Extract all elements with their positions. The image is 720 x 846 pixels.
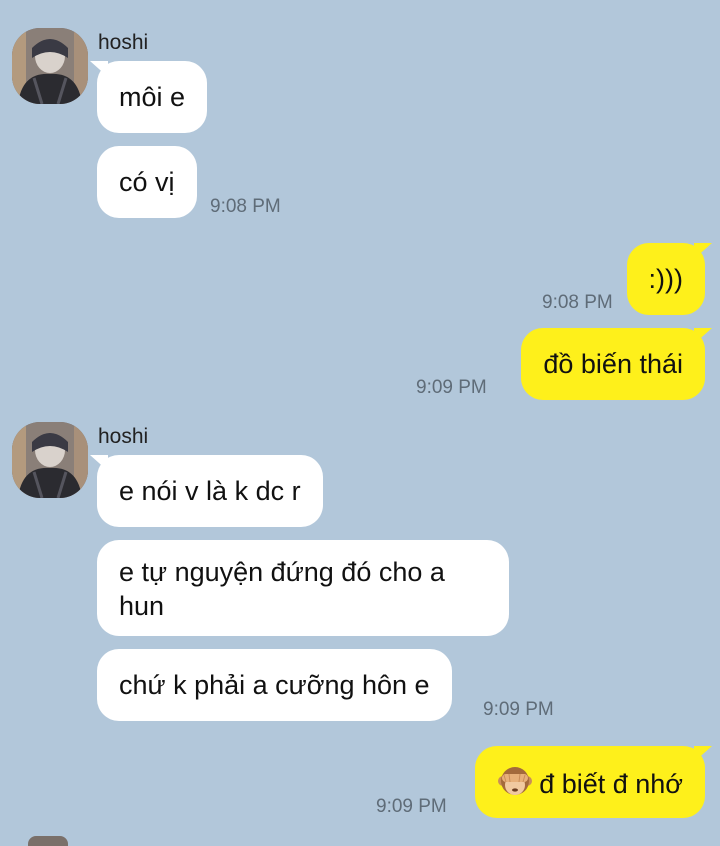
sender-name: hoshi	[98, 31, 149, 54]
message-timestamp: 9:09 PM	[416, 377, 487, 398]
message-text: đ biết đ nhớ	[539, 769, 683, 799]
message-bubble[interactable]: chứ k phải a cưỡng hôn e	[97, 649, 452, 721]
avatar-photo	[12, 422, 88, 498]
message-timestamp: 9:09 PM	[483, 699, 554, 720]
sender-name: hoshi	[98, 425, 149, 448]
message-text: :)))	[648, 264, 683, 294]
see-no-evil-monkey-icon	[498, 767, 533, 795]
avatar[interactable]	[12, 422, 88, 498]
chat-thread[interactable]: hoshi môi e có vị 9:08 PM :))) 9:08 PM đ…	[0, 0, 720, 846]
message-text: chứ k phải a cưỡng hôn e	[119, 670, 430, 700]
avatar[interactable]	[12, 28, 88, 104]
avatar-photo	[12, 28, 88, 104]
message-bubble[interactable]: e tự nguyện đứng đó cho a hun	[97, 540, 509, 636]
message-text: e nói v là k dc r	[119, 476, 301, 506]
message-text: đồ biến thái	[543, 349, 683, 379]
message-bubble[interactable]: có vị	[97, 146, 197, 218]
message-text: e tự nguyện đứng đó cho a hun	[119, 557, 445, 621]
message-bubble[interactable]: môi e	[90, 61, 208, 133]
message-timestamp: 9:08 PM	[210, 196, 281, 217]
message-bubble[interactable]: e nói v là k dc r	[90, 455, 323, 527]
message-timestamp: 9:08 PM	[542, 292, 613, 313]
message-text: môi e	[119, 82, 186, 112]
message-timestamp: 9:09 PM	[376, 796, 447, 817]
message-bubble[interactable]: đồ biến thái	[521, 328, 712, 400]
avatar[interactable]	[28, 836, 68, 846]
message-bubble[interactable]: đ biết đ nhớ	[475, 746, 712, 818]
message-text: có vị	[119, 167, 175, 197]
message-bubble[interactable]: :)))	[626, 243, 712, 315]
